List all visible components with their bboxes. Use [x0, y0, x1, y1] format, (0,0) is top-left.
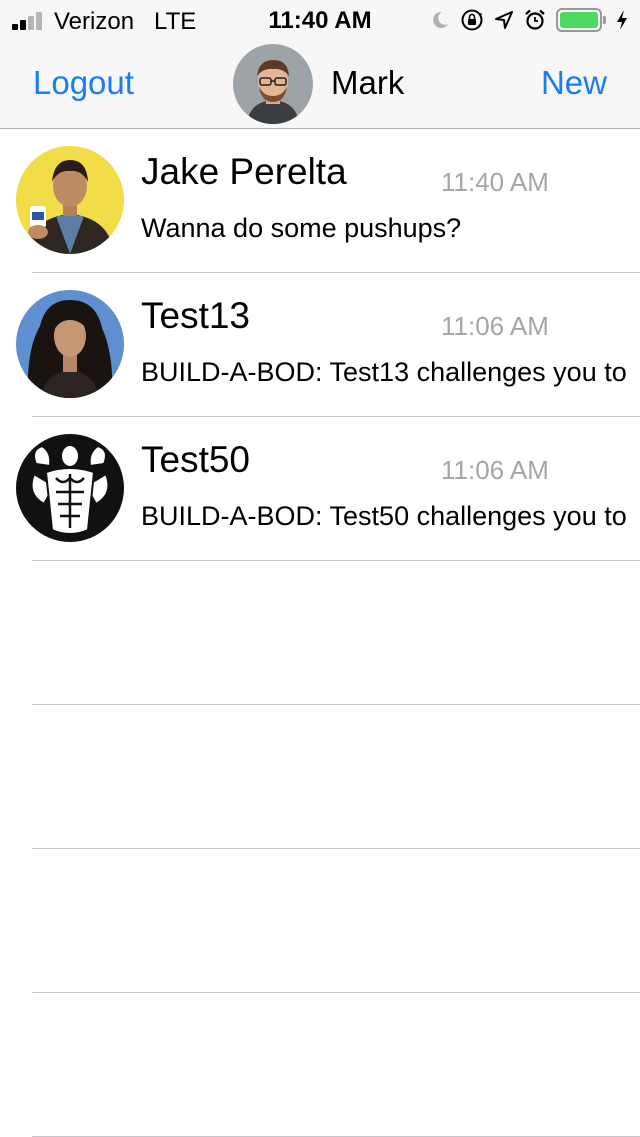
battery-icon [556, 8, 606, 32]
conversation-row[interactable]: Test50 11:06 AM BUILD-A-BOD: Test50 chal… [0, 417, 640, 561]
empty-row [0, 561, 640, 705]
profile-avatar[interactable] [233, 44, 313, 124]
logout-button[interactable]: Logout [33, 64, 134, 102]
message-preview: BUILD-A-BOD: Test50 challenges you to [141, 501, 627, 531]
location-icon [495, 11, 513, 29]
message-time: 11:06 AM [441, 311, 549, 341]
empty-row [0, 849, 640, 993]
contact-name: Jake Perelta [141, 151, 347, 192]
status-bar: Verizon LTE 11:40 AM [0, 0, 640, 40]
orientation-lock-icon [461, 9, 483, 31]
contact-name: Test50 [141, 439, 251, 480]
battery-level [560, 12, 598, 28]
message-time: 11:40 AM [441, 167, 549, 197]
message-time: 11:06 AM [441, 455, 549, 485]
conversation-row[interactable]: Jake Perelta 11:40 AM Wanna do some push… [0, 129, 640, 273]
conversation-row[interactable]: Test13 11:06 AM BUILD-A-BOD: Test13 chal… [0, 273, 640, 417]
contact-name: Test13 [141, 295, 251, 336]
alarm-icon [525, 9, 545, 30]
navigation-bar: Logout Mark New [0, 40, 640, 129]
contact-avatar [16, 434, 124, 542]
contact-avatar [16, 146, 124, 254]
empty-row [0, 993, 640, 1137]
empty-row [0, 705, 640, 849]
charging-icon [617, 10, 627, 30]
conversation-list: Jake Perelta 11:40 AM Wanna do some push… [0, 129, 640, 1137]
new-message-button[interactable]: New [541, 64, 607, 102]
status-icons [430, 6, 628, 34]
message-preview: BUILD-A-BOD: Test13 challenges you to [141, 357, 627, 387]
nav-title: Mark [331, 64, 405, 101]
message-preview: Wanna do some pushups? [141, 213, 462, 243]
moon-icon [433, 11, 448, 28]
contact-avatar [16, 290, 124, 398]
